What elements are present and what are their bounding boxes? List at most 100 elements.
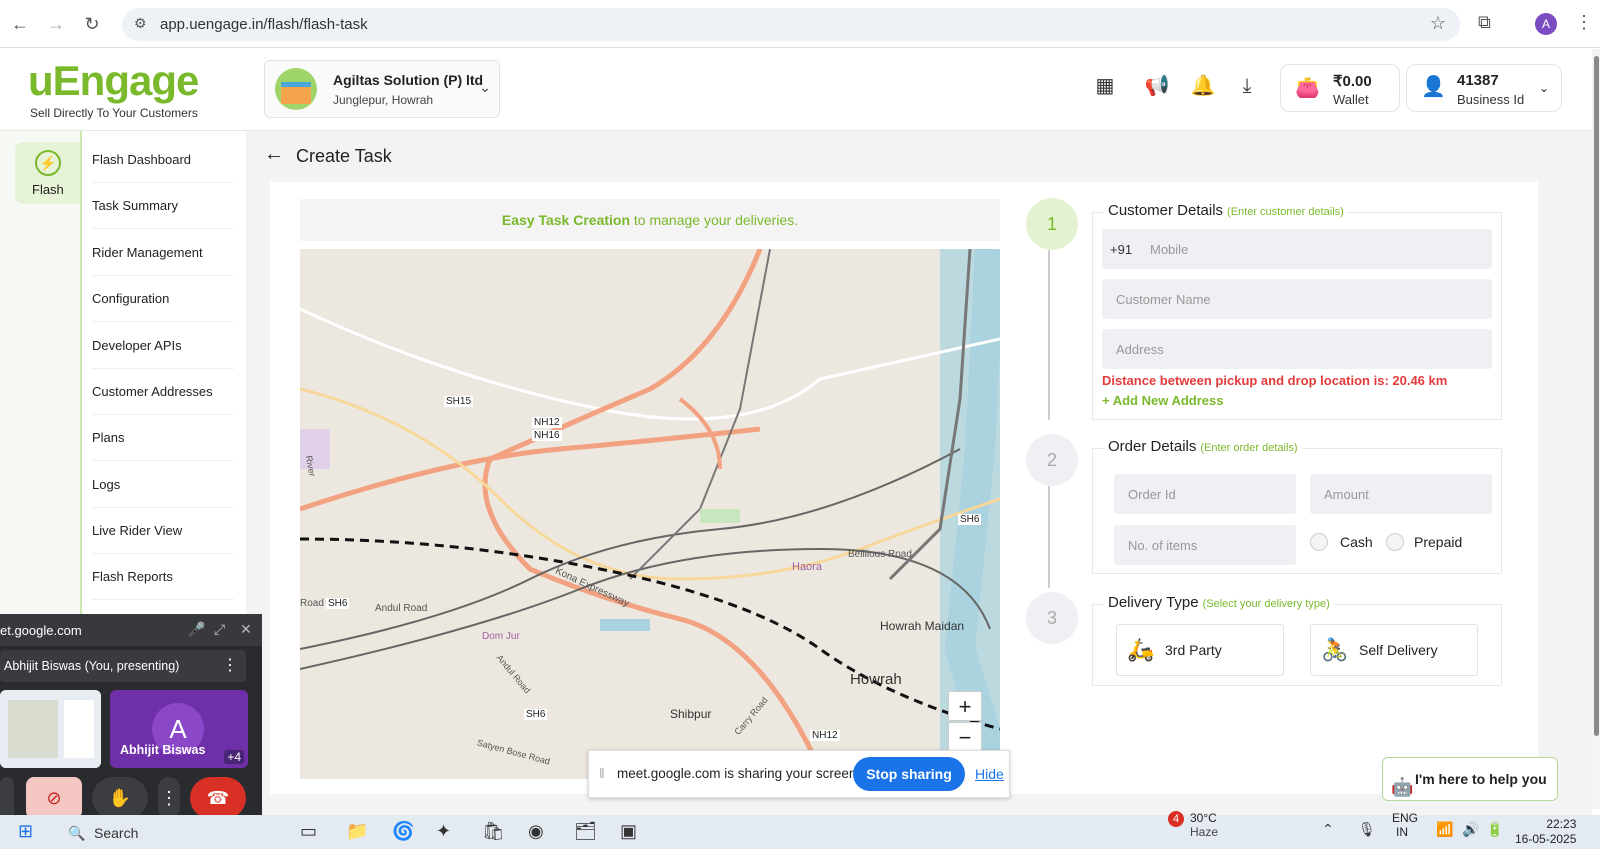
mic-icon[interactable]: 🎤 [188, 621, 205, 638]
drag-handle-icon[interactable]: ‖ [599, 765, 605, 781]
business-selector[interactable]: Agiltas Solution (P) ltd Junglepur, Howr… [264, 60, 500, 118]
reload-icon[interactable]: ↻ [80, 12, 104, 36]
sidebar-item-task-summary[interactable]: Task Summary [92, 183, 234, 229]
edge-icon[interactable]: 🌀 [392, 821, 414, 842]
expand-icon[interactable]: ⤢ [214, 621, 225, 638]
step-1-indicator: 1 [1026, 198, 1078, 250]
profile-avatar[interactable]: A [1535, 13, 1557, 35]
qr-scan-icon[interactable]: ▦ [1092, 73, 1118, 99]
leave-call-button[interactable]: ☎ [190, 777, 246, 819]
self-delivery-label: Self Delivery [1359, 642, 1438, 658]
self-delivery-option[interactable]: 🚴 Self Delivery [1310, 624, 1478, 676]
megaphone-icon[interactable]: 📢 [1144, 73, 1170, 99]
wifi-icon[interactable]: 📶 [1436, 821, 1453, 838]
map-label: NH16 [532, 430, 562, 441]
close-icon[interactable]: ✕ [240, 621, 252, 638]
user-icon: 👤 [1421, 76, 1446, 98]
app-icon[interactable]: 🗂 [574, 821, 597, 842]
bell-icon[interactable]: 🔔 [1190, 73, 1216, 99]
browser-menu-icon[interactable]: ⋮ [1575, 12, 1593, 33]
zoom-in-button[interactable]: + [948, 691, 982, 721]
mic-toggle-button[interactable] [0, 777, 14, 819]
sidebar-item-live-rider-view[interactable]: Live Rider View [92, 508, 234, 554]
cash-radio[interactable] [1310, 533, 1328, 551]
download-icon[interactable]: ⤓ [1234, 73, 1260, 99]
taskbar-search-label: Search [94, 825, 139, 841]
sidebar-item-flash-dashboard[interactable]: Flash Dashboard [92, 137, 234, 183]
clock-date: 16-05-2025 [1515, 832, 1577, 846]
order-id-placeholder: Order Id [1128, 487, 1176, 502]
map-label: Road [300, 598, 324, 609]
clock[interactable]: 22:23 16-05-2025 [1515, 817, 1576, 847]
order-id-field[interactable]: Order Id [1114, 474, 1296, 514]
sidebar-item-flash-reports[interactable]: Flash Reports [92, 554, 234, 600]
section-title-text: Delivery Type [1108, 594, 1199, 611]
customer-name-placeholder: Customer Name [1116, 292, 1211, 307]
store-icon[interactable]: 🛍 [482, 821, 505, 842]
more-options-icon[interactable]: ⋮ [222, 655, 238, 675]
route-map[interactable]: SH15 NH12 NH16 SH6 SH6 Andul Road Kona E… [300, 249, 1000, 779]
sidebar-item-developer-apis[interactable]: Developer APIs [92, 323, 234, 369]
scrollbar-thumb[interactable] [1594, 56, 1599, 736]
address-bar[interactable]: ⚙ app.uengage.in/flash/flash-task ☆ [122, 8, 1460, 41]
zoom-out-button[interactable]: − [948, 722, 982, 752]
rail-item-flash[interactable]: ⚡ Flash [15, 142, 80, 204]
extra-participants-badge: +4 [224, 750, 244, 764]
chevron-up-icon[interactable]: ⌃ [1322, 821, 1334, 838]
chevron-down-icon: ⌄ [1538, 81, 1549, 95]
sidebar-item-configuration[interactable]: Configuration [92, 276, 234, 322]
windows-start-icon[interactable]: ⊞ [18, 821, 33, 842]
customer-name-field[interactable]: Customer Name [1102, 279, 1492, 319]
items-count-field[interactable]: No. of items [1114, 525, 1296, 565]
hp-icon[interactable]: ▣ [620, 821, 637, 842]
map-label: Howrah [850, 671, 902, 688]
country-code: +91 [1110, 242, 1133, 257]
extensions-icon[interactable]: ⧉ [1478, 12, 1491, 33]
sidebar-item-customer-addresses[interactable]: Customer Addresses [92, 369, 234, 415]
camera-off-button[interactable]: ⊘ [26, 777, 82, 819]
map-label: Shibpur [670, 707, 712, 721]
address-field[interactable]: Address [1102, 329, 1492, 369]
customer-details-title: Customer Details (Enter customer details) [1104, 202, 1348, 219]
volume-icon[interactable]: 🔊 [1462, 821, 1479, 838]
more-options-button[interactable]: ⋮ [158, 777, 180, 819]
help-chat-button[interactable]: 🤖 I'm here to help you [1382, 757, 1558, 801]
raise-hand-button[interactable]: ✋ [92, 777, 148, 819]
third-party-option[interactable]: 🛵 3rd Party [1116, 624, 1284, 676]
wallet-widget[interactable]: 👛 ₹0.00 Wallet [1280, 64, 1400, 112]
prepaid-radio[interactable] [1386, 533, 1404, 551]
chrome-icon[interactable]: ◉ [528, 821, 544, 842]
bookmark-star-icon[interactable]: ☆ [1430, 13, 1446, 34]
business-id-label: Business Id [1457, 92, 1525, 107]
map-label: NH12 [532, 417, 562, 428]
site-info-icon[interactable]: ⚙ [134, 15, 147, 32]
mobile-field[interactable]: +91 Mobile [1102, 229, 1492, 269]
language-label[interactable]: ENG [1392, 811, 1418, 825]
hide-share-bar-link[interactable]: Hide [975, 766, 1004, 782]
file-explorer-icon[interactable]: 📁 [346, 821, 368, 842]
step-3-indicator: 3 [1026, 592, 1078, 644]
page-title: Create Task [296, 146, 392, 166]
stop-sharing-button[interactable]: Stop sharing [853, 757, 965, 791]
map-label: SH15 [444, 396, 474, 407]
copilot-icon[interactable]: ✦ [436, 821, 451, 842]
amount-field[interactable]: Amount [1310, 474, 1492, 514]
back-arrow-icon[interactable]: ← [264, 143, 284, 166]
windows-taskbar: ⊞ 🔍 Search ▭ 📁 🌀 ✦ 🛍 ◉ 🗂 ▣ 4 30°C Haze ⌃ … [0, 811, 1600, 849]
business-id-menu[interactable]: 👤 41387 Business Id ⌄ [1406, 64, 1562, 112]
back-icon[interactable]: ← [8, 12, 32, 36]
microphone-icon[interactable]: 🎙 [1358, 821, 1376, 838]
weather-temp[interactable]: 30°C [1190, 811, 1217, 825]
sidebar-item-rider-management[interactable]: Rider Management [92, 230, 234, 276]
taskbar-search[interactable]: 🔍 Search [60, 818, 220, 848]
add-new-address-link[interactable]: + Add New Address [1102, 393, 1223, 408]
sidebar-item-plans[interactable]: Plans [92, 415, 234, 461]
robot-icon: 🤖 [1391, 777, 1414, 797]
section-hint: (Enter customer details) [1227, 206, 1344, 218]
sidebar-item-logs[interactable]: Logs [92, 462, 234, 508]
uengage-logo[interactable]: uEngage [28, 57, 199, 105]
business-name: Agiltas Solution (P) ltd [333, 72, 484, 88]
forward-icon[interactable]: → [44, 12, 68, 36]
task-view-icon[interactable]: ▭ [300, 821, 317, 842]
battery-icon[interactable]: 🔋 [1486, 821, 1503, 838]
